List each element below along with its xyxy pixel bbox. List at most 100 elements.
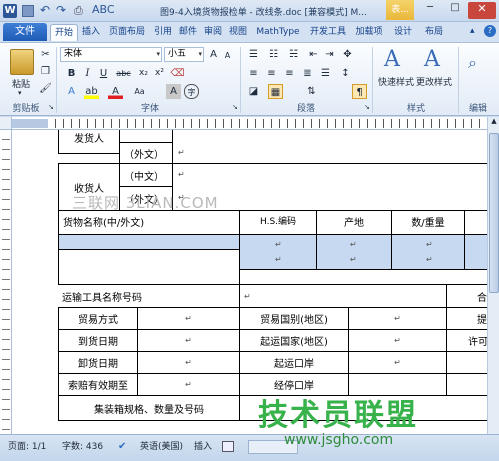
grow-font-button[interactable]: A bbox=[206, 47, 221, 62]
strikethrough-button[interactable]: abc bbox=[116, 66, 131, 81]
highlight-color-icon[interactable]: ab bbox=[84, 84, 99, 99]
tab-design[interactable]: 设计 bbox=[390, 24, 416, 41]
enclosed-character-icon[interactable]: 字 bbox=[184, 84, 199, 99]
status-page[interactable]: 页面: 1/1 bbox=[8, 441, 46, 453]
proofing-icon[interactable]: ✔ bbox=[118, 441, 126, 452]
scroll-up-icon[interactable]: ▲ bbox=[489, 117, 499, 129]
text-effects-icon[interactable]: A bbox=[64, 84, 79, 99]
cut-icon[interactable]: ✂ bbox=[38, 47, 53, 62]
clipboard-dialog-launcher-icon[interactable]: ↘ bbox=[48, 103, 54, 111]
context-tab-table-tools[interactable]: 表... bbox=[386, 0, 414, 20]
arrival-date-value-cell[interactable]: ↵ bbox=[137, 329, 240, 352]
align-center-icon[interactable]: ≡ bbox=[264, 66, 279, 81]
trade-country-value-cell[interactable]: ↵ bbox=[348, 307, 447, 330]
find-icon[interactable]: ⌕ bbox=[468, 53, 477, 73]
font-size-combo[interactable]: 小五 ▾ bbox=[164, 47, 204, 62]
show-marks-icon[interactable]: ¶ bbox=[352, 84, 367, 99]
print-preview-icon[interactable]: ⎙ bbox=[74, 4, 83, 18]
align-right-icon[interactable]: ≡ bbox=[282, 66, 297, 81]
increase-indent-icon[interactable]: ⇥ bbox=[322, 47, 337, 62]
multilevel-list-icon[interactable]: ☵ bbox=[286, 47, 301, 62]
paste-dropdown-icon[interactable]: ▾ bbox=[18, 89, 22, 97]
bold-button[interactable]: B bbox=[64, 66, 79, 81]
trade-mode-value-cell[interactable]: ↵ bbox=[137, 307, 240, 330]
align-left-icon[interactable]: ≡ bbox=[246, 66, 261, 81]
status-insert-mode[interactable]: 插入 bbox=[194, 441, 212, 453]
spelling-icon[interactable]: ABC bbox=[92, 3, 115, 16]
transport-value-cell[interactable]: ↵ bbox=[239, 284, 447, 308]
tab-page-layout[interactable]: 页面布局 bbox=[104, 24, 150, 41]
chinese-layout-icon[interactable]: ✥ bbox=[340, 47, 355, 62]
tab-review[interactable]: 审阅 bbox=[201, 24, 225, 41]
sender-foreign-cell[interactable]: （外文） bbox=[119, 142, 173, 164]
italic-button[interactable]: I bbox=[80, 66, 95, 81]
vertical-scrollbar[interactable]: ▲ bbox=[487, 117, 499, 434]
tab-mathtype[interactable]: MathType bbox=[252, 24, 304, 41]
tab-developer[interactable]: 开发工具 bbox=[305, 24, 351, 41]
copy-icon[interactable]: ❐ bbox=[38, 64, 53, 79]
change-styles-label[interactable]: 更改样式 bbox=[416, 75, 452, 88]
tab-home[interactable]: 开始 bbox=[50, 24, 78, 41]
font-color-icon[interactable]: A bbox=[108, 84, 123, 99]
subscript-button[interactable]: x₂ bbox=[136, 66, 151, 81]
sort-icon[interactable]: ⇅ bbox=[304, 84, 319, 99]
macro-recording-icon[interactable] bbox=[222, 441, 234, 452]
quick-styles-icon[interactable]: A bbox=[384, 47, 400, 72]
ship-country-value-cell[interactable]: ↵ bbox=[348, 329, 447, 352]
help-icon[interactable]: ? bbox=[484, 25, 496, 37]
redo-icon[interactable]: ↷ bbox=[56, 3, 66, 17]
file-tab[interactable]: 文件 bbox=[3, 23, 47, 41]
ship-port-value-cell[interactable]: ↵ bbox=[348, 351, 447, 374]
clear-formatting-icon[interactable]: ⌫ bbox=[170, 66, 185, 81]
font-name-combo[interactable]: 宋体 ▾ bbox=[60, 47, 162, 62]
maximize-button[interactable]: □ bbox=[443, 2, 467, 19]
status-words[interactable]: 字数: 436 bbox=[62, 441, 103, 453]
ribbon-minimize-icon[interactable]: ▴ bbox=[470, 26, 475, 36]
sender-value-cell[interactable] bbox=[172, 130, 487, 164]
underline-button[interactable]: U bbox=[96, 66, 111, 81]
extra-cell[interactable] bbox=[464, 234, 487, 270]
change-styles-icon[interactable]: A bbox=[424, 47, 440, 72]
shrink-font-button[interactable]: A bbox=[220, 48, 235, 63]
goods-name-cell[interactable] bbox=[58, 234, 240, 250]
line-spacing-icon[interactable]: ↕ bbox=[338, 66, 353, 81]
minimize-button[interactable]: ─ bbox=[418, 2, 442, 19]
paragraph-dialog-launcher-icon[interactable]: ↘ bbox=[364, 103, 370, 111]
justify-icon[interactable]: ≣ bbox=[300, 66, 315, 81]
decrease-indent-icon[interactable]: ⇤ bbox=[306, 47, 321, 62]
document-page[interactable]: 发货人 （外文） ↵ 收货人 （中文） （外文） ↵ ↵ 货物名称(中/外文) … bbox=[12, 130, 487, 434]
change-case-icon[interactable]: Aa bbox=[132, 84, 147, 99]
vertical-ruler[interactable] bbox=[0, 130, 12, 434]
quick-styles-label[interactable]: 快速样式 bbox=[378, 75, 414, 88]
word-app-icon[interactable]: W bbox=[3, 4, 17, 18]
claim-period-value-cell[interactable]: ↵ bbox=[137, 373, 240, 396]
numbering-icon[interactable]: ☷ bbox=[266, 47, 281, 62]
close-button[interactable]: ✕ bbox=[468, 2, 496, 19]
character-shading-icon[interactable]: A bbox=[166, 84, 181, 99]
horizontal-ruler[interactable] bbox=[12, 117, 499, 130]
format-painter-icon[interactable]: 🖌 bbox=[38, 81, 53, 96]
tab-mailings[interactable]: 邮件 bbox=[176, 24, 200, 41]
consignee-chinese-cell[interactable]: （中文） bbox=[119, 163, 173, 187]
status-language[interactable]: 英语(美国) bbox=[140, 441, 183, 453]
hs-code-label: H.S.编码 bbox=[259, 217, 297, 227]
unload-date-value-cell[interactable]: ↵ bbox=[137, 351, 240, 374]
tab-view[interactable]: 视图 bbox=[226, 24, 250, 41]
bullets-icon[interactable]: ☰ bbox=[246, 47, 261, 62]
superscript-button[interactable]: x² bbox=[152, 66, 167, 81]
distributed-icon[interactable]: ☰ bbox=[318, 66, 333, 81]
borders-icon[interactable]: ▦ bbox=[268, 84, 283, 99]
font-dialog-launcher-icon[interactable]: ↘ bbox=[232, 103, 238, 111]
undo-icon[interactable]: ↶ bbox=[40, 3, 50, 17]
tab-insert[interactable]: 插入 bbox=[79, 24, 103, 41]
paste-icon[interactable] bbox=[10, 49, 34, 75]
shading-icon[interactable]: ◪ bbox=[246, 84, 261, 99]
save-icon[interactable] bbox=[22, 5, 34, 17]
tab-addins[interactable]: 加载项 bbox=[352, 24, 386, 41]
goods-name-cell-lower[interactable] bbox=[58, 249, 240, 285]
goods-row-bottom[interactable] bbox=[239, 269, 487, 285]
tab-references[interactable]: 引用 bbox=[151, 24, 175, 41]
consignee-value-cell[interactable] bbox=[172, 163, 487, 211]
tab-layout[interactable]: 布局 bbox=[420, 24, 448, 41]
scroll-thumb[interactable] bbox=[489, 133, 499, 293]
